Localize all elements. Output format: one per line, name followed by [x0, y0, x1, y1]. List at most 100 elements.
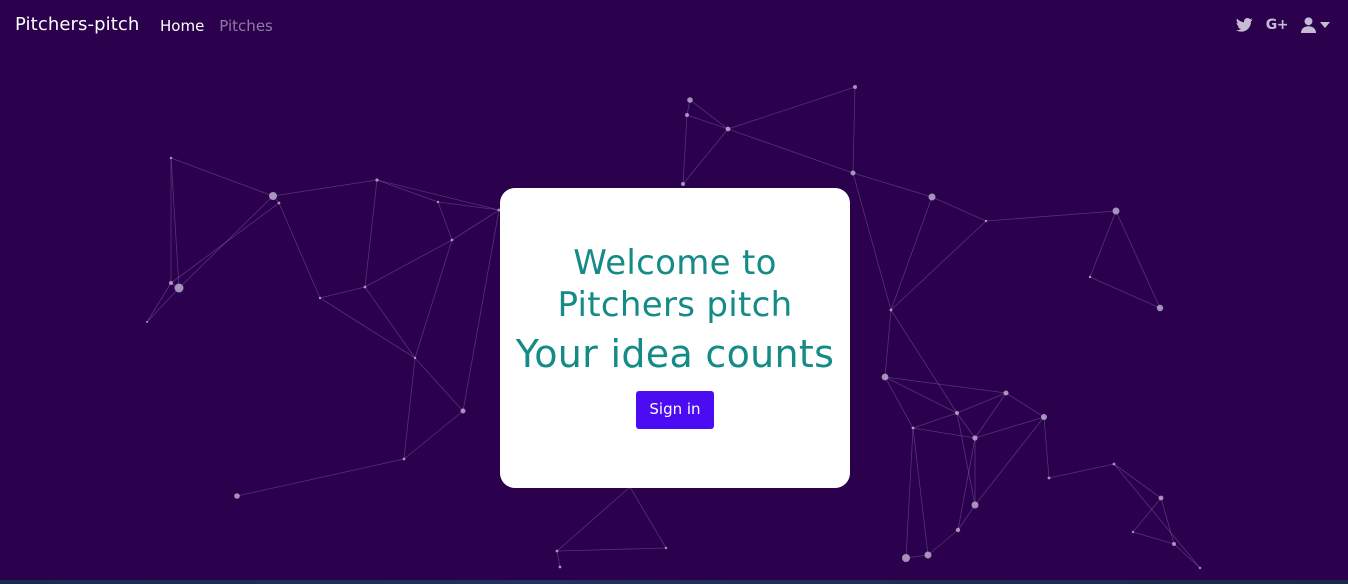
twitter-icon[interactable]	[1235, 15, 1253, 35]
network-node	[664, 546, 668, 550]
page: Pitchers-pitch Home Pitches G+ Welcome t…	[0, 0, 1348, 584]
caret-down-icon	[1320, 15, 1330, 35]
network-line	[985, 210, 1117, 222]
navbar: Pitchers-pitch Home Pitches G+	[0, 0, 1348, 52]
network-line	[178, 195, 274, 289]
network-line	[376, 179, 500, 211]
network-line	[462, 209, 500, 412]
network-node	[853, 85, 857, 89]
network-node	[413, 356, 417, 360]
nav-link-pitches[interactable]: Pitches	[219, 17, 273, 35]
google-plus-icon[interactable]: G+	[1266, 15, 1289, 35]
network-line	[170, 157, 274, 197]
network-line	[727, 86, 856, 130]
network-node	[450, 238, 454, 242]
network-node	[1112, 207, 1120, 215]
bottom-strip	[0, 580, 1348, 584]
network-node	[911, 426, 915, 430]
network-line	[727, 128, 854, 174]
network-node	[889, 308, 893, 312]
network-line	[403, 410, 464, 460]
network-node	[146, 321, 148, 323]
network-line	[682, 114, 688, 185]
network-line	[884, 376, 958, 414]
network-line	[852, 172, 892, 311]
network-node	[881, 373, 889, 381]
network-line	[1113, 463, 1201, 569]
network-node	[1047, 476, 1051, 480]
network-line	[556, 550, 561, 568]
network-line	[890, 309, 958, 414]
tagline-heading: Your idea counts	[515, 332, 835, 376]
network-line	[437, 201, 453, 241]
network-line	[912, 427, 929, 556]
network-line	[437, 201, 500, 211]
sign-in-button[interactable]: Sign in	[636, 391, 714, 429]
network-line	[1132, 531, 1175, 545]
network-node	[234, 493, 240, 499]
user-icon	[1301, 15, 1316, 35]
nav-right: G+	[1235, 15, 1330, 35]
network-line	[689, 99, 729, 130]
network-node	[681, 182, 685, 186]
welcome-heading: Welcome to Pitchers pitch	[557, 243, 793, 325]
network-line	[912, 427, 976, 439]
network-line	[364, 286, 416, 359]
network-node	[402, 457, 406, 461]
network-line	[278, 202, 321, 299]
network-node	[971, 501, 979, 509]
network-node	[318, 296, 322, 300]
network-node	[1041, 414, 1047, 420]
network-line	[884, 376, 1007, 394]
network-line	[1160, 497, 1175, 545]
network-node	[1172, 542, 1176, 546]
network-line	[884, 376, 914, 429]
nav-links: Home Pitches	[160, 17, 273, 35]
nav-link-home[interactable]: Home	[160, 17, 204, 35]
network-line	[319, 286, 366, 299]
network-node	[1158, 495, 1164, 501]
network-line	[451, 209, 500, 241]
network-line	[682, 128, 729, 185]
network-line	[927, 529, 959, 556]
network-node	[174, 283, 184, 293]
network-node	[685, 113, 689, 117]
network-node	[558, 565, 562, 569]
network-line	[170, 157, 180, 289]
network-line	[146, 287, 180, 323]
network-node	[902, 554, 910, 562]
network-line	[686, 114, 729, 130]
network-node	[1198, 566, 1202, 570]
network-node	[955, 411, 959, 415]
network-node	[436, 200, 440, 204]
network-line	[414, 357, 464, 412]
network-line	[912, 412, 958, 429]
network-line	[974, 416, 1045, 506]
network-node	[1131, 530, 1135, 534]
network-line	[1115, 210, 1161, 309]
network-node	[375, 178, 379, 182]
network-line	[956, 412, 976, 506]
network-node	[955, 527, 961, 533]
network-line	[1005, 392, 1045, 418]
network-line	[1132, 497, 1162, 533]
network-line	[905, 427, 914, 559]
network-node	[972, 435, 978, 441]
user-menu-toggle[interactable]	[1301, 15, 1330, 35]
network-node	[269, 192, 277, 200]
network-node	[1088, 275, 1092, 279]
network-node	[1003, 390, 1009, 396]
brand-link[interactable]: Pitchers-pitch	[15, 14, 139, 35]
network-line	[890, 196, 933, 311]
network-node	[277, 201, 281, 205]
network-line	[1048, 463, 1115, 479]
network-node	[169, 156, 173, 160]
network-line	[974, 416, 1045, 439]
network-line	[556, 547, 667, 552]
network-line	[364, 179, 378, 288]
network-node	[460, 408, 466, 414]
network-line	[957, 437, 976, 531]
network-line	[852, 86, 856, 174]
network-line	[629, 486, 667, 549]
network-line	[852, 172, 933, 198]
